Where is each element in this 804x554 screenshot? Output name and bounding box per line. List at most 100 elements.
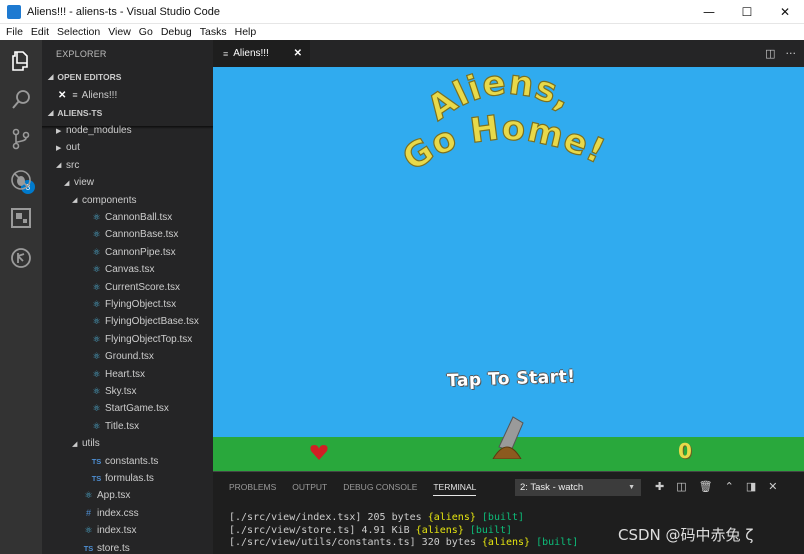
typescript-file-icon: TS bbox=[91, 456, 102, 466]
tree-item[interactable]: ⚛ StartGame.tsx bbox=[42, 400, 169, 417]
tab-problems[interactable]: PROBLEMS bbox=[229, 482, 276, 496]
minimize-button[interactable]: — bbox=[690, 0, 728, 24]
tree-item-label: FlyingObjectBase.tsx bbox=[105, 316, 199, 328]
current-score: 0 bbox=[678, 439, 692, 463]
tree-item-label: CannonBase.tsx bbox=[105, 229, 179, 241]
trash-icon[interactable]: 🗑 bbox=[699, 480, 713, 493]
more-actions-icon[interactable]: ··· bbox=[786, 47, 797, 60]
react-file-icon: ⚛ bbox=[92, 368, 101, 379]
tree-item[interactable]: ⚛ Ground.tsx bbox=[42, 348, 154, 365]
extensions-icon[interactable] bbox=[9, 206, 33, 230]
editor-actions: ◫ ··· bbox=[765, 40, 796, 67]
open-editor-item[interactable]: ✕ ≡ Aliens!!! bbox=[42, 86, 213, 104]
tree-item[interactable]: ⚛ CannonPipe.tsx bbox=[42, 244, 175, 261]
tab-output[interactable]: OUTPUT bbox=[292, 482, 327, 496]
tree-item-label: CannonBall.tsx bbox=[105, 212, 173, 223]
tree-item[interactable]: ◢ utils bbox=[42, 435, 100, 452]
menu-file[interactable]: File bbox=[0, 26, 27, 38]
tree-item-label: Ground.tsx bbox=[105, 351, 154, 363]
tree-item-label: App.tsx bbox=[97, 490, 131, 502]
close-tab-icon[interactable]: ✕ bbox=[294, 48, 302, 59]
tree-item[interactable]: TS constants.ts bbox=[42, 453, 159, 470]
terminal-path: [./src/view/utils/constants.ts] bbox=[229, 537, 416, 548]
tree-item[interactable]: ⚛ FlyingObjectBase.tsx bbox=[42, 313, 199, 330]
tree-item[interactable]: ⚛ CannonBall.tsx bbox=[42, 209, 172, 226]
window-controls: — ☐ ✕ bbox=[690, 0, 804, 24]
chevron-right-icon: ▶ bbox=[56, 127, 62, 135]
explorer-title: EXPLORER bbox=[56, 49, 107, 59]
menu-selection[interactable]: Selection bbox=[53, 26, 104, 38]
tree-item-label: StartGame.tsx bbox=[105, 403, 169, 415]
source-control-icon[interactable] bbox=[9, 127, 33, 151]
terminal-select[interactable]: 2: Task - watch ▼ bbox=[515, 479, 641, 496]
title-bar: Aliens!!! - aliens-ts - Visual Studio Co… bbox=[0, 0, 804, 24]
open-editors-header[interactable]: ◢ OPEN EDITORS bbox=[42, 68, 213, 86]
tree-item[interactable]: ⚛ FlyingObjectTop.tsx bbox=[42, 331, 192, 348]
close-window-button[interactable]: ✕ bbox=[766, 0, 804, 24]
menu-help[interactable]: Help bbox=[231, 26, 261, 38]
tree-item[interactable]: ◢ view bbox=[42, 174, 94, 191]
react-file-icon: ⚛ bbox=[92, 264, 101, 275]
tree-item-label: FlyingObject.tsx bbox=[105, 299, 177, 310]
terminal-line: [./src/view/store.ts] 4.91 KiB {aliens} … bbox=[229, 525, 578, 538]
tree-item[interactable]: ◢ components bbox=[42, 192, 136, 209]
tree-item-label: Canvas.tsx bbox=[105, 264, 155, 276]
tree-item[interactable]: ⚛ Heart.tsx bbox=[42, 366, 145, 383]
git-history-icon[interactable] bbox=[9, 246, 33, 270]
start-game-text[interactable]: Tap To Start! bbox=[447, 367, 576, 391]
terminal-chunk: {aliens} bbox=[415, 524, 464, 536]
new-terminal-icon[interactable]: ✚ bbox=[655, 480, 664, 493]
game-title: Aliens, Go Home! bbox=[395, 67, 611, 180]
tree-item[interactable]: ⚛ Title.tsx bbox=[42, 418, 139, 435]
tree-item[interactable]: ◢ src bbox=[42, 157, 79, 174]
files-icon[interactable] bbox=[9, 49, 33, 73]
split-editor-icon[interactable]: ◫ bbox=[765, 47, 775, 60]
search-icon[interactable] bbox=[9, 88, 33, 112]
tree-item[interactable]: ⚛ index.tsx bbox=[42, 522, 136, 539]
chevron-down-icon: ◢ bbox=[64, 179, 70, 187]
menu-tasks[interactable]: Tasks bbox=[196, 26, 231, 38]
tab-debug-console[interactable]: DEBUG CONSOLE bbox=[343, 482, 417, 496]
tree-item[interactable]: ⚛ Sky.tsx bbox=[42, 383, 136, 400]
tree-item[interactable]: ⚛ FlyingObject.tsx bbox=[42, 296, 176, 313]
maximize-button[interactable]: ☐ bbox=[728, 0, 766, 24]
title-line-2: Go Home! bbox=[395, 107, 611, 179]
terminal-output[interactable]: [./src/view/index.tsx] 205 bytes {aliens… bbox=[229, 512, 578, 550]
tab-terminal[interactable]: TERMINAL bbox=[433, 482, 477, 496]
terminal-line: [./src/view/index.tsx] 205 bytes {aliens… bbox=[229, 512, 578, 525]
split-terminal-icon[interactable]: ◫ bbox=[676, 480, 686, 493]
menu-debug[interactable]: Debug bbox=[157, 26, 196, 38]
tree-item[interactable]: ▶ node_modules bbox=[42, 122, 132, 139]
chevron-down-icon: ◢ bbox=[48, 110, 54, 117]
react-file-icon: ⚛ bbox=[92, 229, 101, 240]
terminal-status: [built] bbox=[469, 524, 513, 536]
react-file-icon: ⚛ bbox=[92, 281, 101, 292]
terminal-chunk: {aliens} bbox=[427, 512, 476, 523]
chevron-up-icon[interactable]: ⌃ bbox=[725, 480, 734, 493]
react-file-icon: ⚛ bbox=[92, 246, 101, 257]
tree-item[interactable]: ⚛ CurrentScore.tsx bbox=[42, 279, 180, 296]
project-header[interactable]: ◢ ALIENS-TS bbox=[42, 104, 213, 122]
tree-item[interactable]: ⚛ Canvas.tsx bbox=[42, 261, 154, 278]
react-file-icon: ⚛ bbox=[92, 316, 101, 327]
menu-edit[interactable]: Edit bbox=[27, 26, 53, 38]
tree-item-label: Title.tsx bbox=[105, 420, 140, 432]
menu-go[interactable]: Go bbox=[135, 26, 157, 38]
tree-item[interactable]: ▶ out bbox=[42, 139, 80, 156]
close-icon[interactable]: ✕ bbox=[58, 90, 66, 101]
close-panel-icon[interactable]: ✕ bbox=[768, 480, 777, 493]
tree-item-label: components bbox=[82, 194, 137, 206]
tab-aliens[interactable]: ≡ Aliens!!! ✕ bbox=[213, 40, 310, 67]
react-file-icon: ⚛ bbox=[84, 525, 93, 536]
file-icon: ≡ bbox=[72, 90, 78, 100]
game-canvas[interactable]: Aliens, Go Home! Tap To Start! 0 bbox=[213, 67, 804, 471]
tree-item[interactable]: TS formulas.ts bbox=[42, 470, 154, 487]
menu-view[interactable]: View bbox=[104, 26, 135, 38]
maximize-panel-icon[interactable]: ◨ bbox=[746, 480, 756, 493]
chevron-down-icon: ◢ bbox=[72, 440, 78, 448]
tree-item[interactable]: ⚛ CannonBase.tsx bbox=[42, 226, 178, 243]
tree-item[interactable]: ⚛ App.tsx bbox=[42, 487, 130, 504]
tree-item[interactable]: TS store.ts bbox=[42, 540, 130, 554]
debug-icon[interactable] bbox=[9, 168, 33, 192]
tree-item[interactable]: # index.css bbox=[42, 505, 139, 522]
